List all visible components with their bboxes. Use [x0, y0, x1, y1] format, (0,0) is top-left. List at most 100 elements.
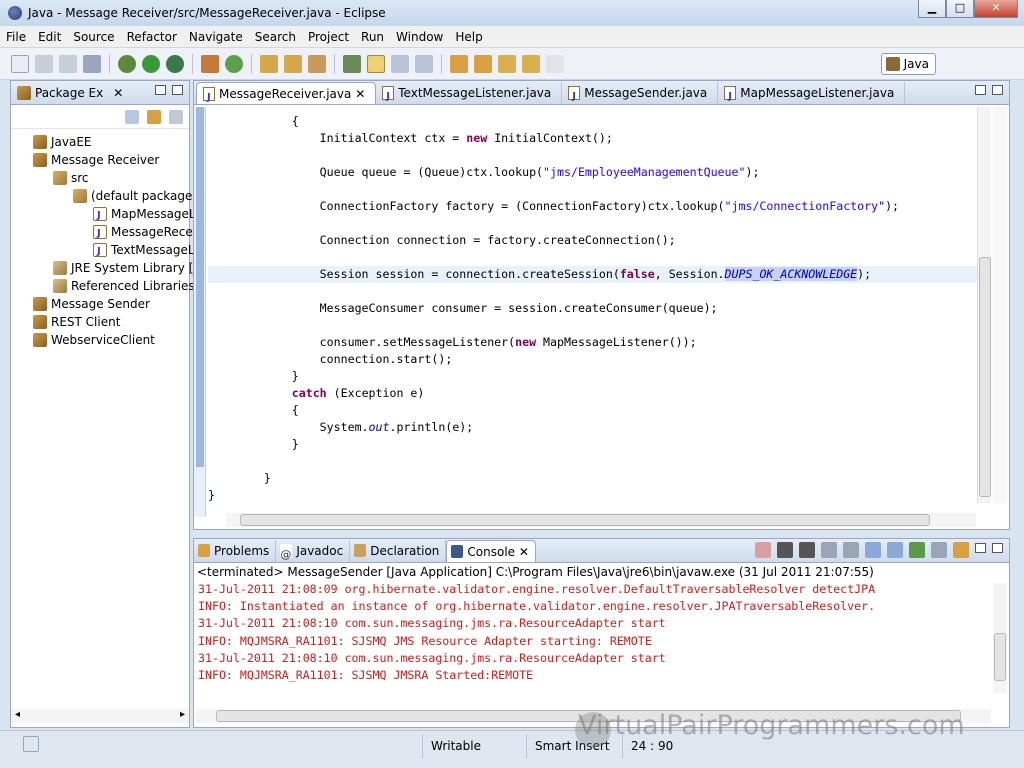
- toggle-mark-occurrences-icon[interactable]: [367, 54, 385, 73]
- tree-item[interactable]: src: [53, 169, 89, 187]
- close-icon[interactable]: ✕: [519, 545, 529, 559]
- search-icon[interactable]: [308, 54, 326, 73]
- java-file-icon: [93, 225, 107, 243]
- save-icon[interactable]: [35, 54, 53, 73]
- tab-console[interactable]: Console ✕: [446, 540, 536, 562]
- console-output[interactable]: 31-Jul-2011 21:08:09 org.hibernate.valid…: [194, 581, 1009, 684]
- project-icon: [33, 297, 47, 311]
- minimize-view-icon[interactable]: [975, 543, 986, 553]
- library-icon: [53, 261, 67, 275]
- open-type-icon[interactable]: [260, 54, 278, 73]
- menu-file[interactable]: File: [0, 30, 32, 44]
- toggle-ant-icon[interactable]: [343, 54, 361, 73]
- tab-package-explorer[interactable]: Package Ex ✕: [17, 85, 123, 100]
- collapse-all-icon[interactable]: [125, 109, 139, 124]
- tab-declaration[interactable]: Declaration: [350, 540, 447, 562]
- java-file-icon: [724, 86, 737, 108]
- menu-window[interactable]: Window: [390, 30, 449, 44]
- new-class-icon[interactable]: [225, 54, 243, 73]
- package-explorer-hscroll[interactable]: ◂ ▸: [11, 709, 189, 723]
- code-line: InitialContext ctx = new InitialContext(…: [208, 131, 613, 145]
- menu-edit[interactable]: Edit: [32, 30, 67, 44]
- tree-item[interactable]: Referenced Libraries: [53, 277, 195, 295]
- show-whitespace-icon[interactable]: [391, 54, 409, 73]
- previous-annotation-icon[interactable]: [474, 54, 492, 73]
- show-stdout-icon[interactable]: [865, 542, 881, 558]
- back-icon[interactable]: [522, 54, 540, 73]
- open-task-icon[interactable]: [284, 54, 302, 73]
- next-annotation-icon[interactable]: [450, 54, 468, 73]
- scroll-right-icon[interactable]: ▸: [180, 709, 185, 720]
- clear-console-icon[interactable]: [821, 542, 837, 558]
- code-line: ConnectionFactory factory = (ConnectionF…: [208, 199, 900, 213]
- close-icon[interactable]: ✕: [355, 87, 365, 101]
- tree-item[interactable]: (default package): [73, 187, 197, 205]
- debug-icon[interactable]: [118, 54, 136, 73]
- tree-item[interactable]: JRE System Library [Ja: [53, 259, 204, 277]
- terminate-icon[interactable]: [755, 542, 771, 558]
- tab-messagesender[interactable]: MessageSender.java: [562, 82, 719, 108]
- pin-console-icon[interactable]: [909, 542, 925, 558]
- new-icon[interactable]: [11, 54, 29, 73]
- view-menu-icon[interactable]: [169, 109, 183, 124]
- open-console-icon[interactable]: [953, 542, 969, 558]
- tree-item[interactable]: MapMessageL: [93, 205, 196, 225]
- editor-hscroll[interactable]: [226, 513, 976, 527]
- menu-navigate[interactable]: Navigate: [183, 30, 249, 44]
- maximize-view-icon[interactable]: [172, 85, 183, 95]
- tree-item[interactable]: Message Receiver: [33, 151, 159, 169]
- save-all-icon[interactable]: [59, 54, 77, 73]
- code-editor: MessageReceiver.java ✕ TextMessageListen…: [193, 80, 1010, 530]
- fast-view-icon[interactable]: [23, 736, 39, 752]
- run-external-icon[interactable]: [166, 54, 184, 73]
- tab-javadoc[interactable]: @ Javadoc: [276, 540, 351, 562]
- java-perspective-button[interactable]: Java: [880, 53, 936, 75]
- tree-item[interactable]: MessageRecei: [93, 223, 196, 243]
- code-area[interactable]: { InitialContext ctx = new InitialContex…: [208, 107, 978, 515]
- java-file-icon: [568, 86, 581, 108]
- tree-item[interactable]: REST Client: [33, 313, 120, 331]
- close-button[interactable]: ✕: [974, 0, 1018, 18]
- tab-messagereceiver[interactable]: MessageReceiver.java ✕: [196, 82, 377, 109]
- remove-all-icon[interactable]: [799, 542, 815, 558]
- tree-item[interactable]: JavaEE: [33, 133, 92, 151]
- maximize-view-icon[interactable]: [992, 85, 1003, 95]
- last-edit-icon[interactable]: [498, 54, 516, 73]
- minimize-view-icon[interactable]: [155, 85, 166, 95]
- tab-problems[interactable]: Problems: [194, 540, 277, 562]
- editor-vscroll[interactable]: [977, 107, 991, 503]
- close-icon[interactable]: ✕: [113, 86, 123, 100]
- console-vscroll[interactable]: [993, 583, 1007, 693]
- paragraph-icon[interactable]: [415, 54, 433, 73]
- menu-source[interactable]: Source: [67, 30, 120, 44]
- code-line: }: [208, 437, 299, 451]
- writable-status: Writable: [422, 734, 526, 758]
- minimize-button[interactable]: ▁: [918, 0, 946, 18]
- tab-textmessagelistener[interactable]: TextMessageListener.java: [376, 82, 563, 108]
- display-console-icon[interactable]: [931, 542, 947, 558]
- new-java-project-icon[interactable]: [201, 54, 219, 73]
- menu-search[interactable]: Search: [249, 30, 302, 44]
- tree-item[interactable]: Message Sender: [33, 295, 150, 313]
- print-icon[interactable]: [83, 54, 101, 73]
- scroll-lock-icon[interactable]: [843, 542, 859, 558]
- menu-refactor[interactable]: Refactor: [121, 30, 183, 44]
- code-line: }: [208, 369, 299, 383]
- tree-item[interactable]: TextMessageL: [93, 241, 195, 261]
- minimize-view-icon[interactable]: [975, 85, 986, 95]
- forward-icon[interactable]: [546, 54, 564, 73]
- menu-run[interactable]: Run: [355, 30, 390, 44]
- maximize-view-icon[interactable]: [992, 543, 1003, 553]
- menu-help[interactable]: Help: [449, 30, 488, 44]
- tree-item[interactable]: WebserviceClient: [33, 331, 155, 349]
- tab-mapmessagelistener[interactable]: MapMessageListener.java: [718, 82, 906, 108]
- show-stderr-icon[interactable]: [887, 542, 903, 558]
- remove-launch-icon[interactable]: [777, 542, 793, 558]
- link-with-editor-icon[interactable]: [147, 109, 161, 124]
- menu-project[interactable]: Project: [302, 30, 355, 44]
- maximize-button[interactable]: □: [946, 0, 974, 18]
- scroll-left-icon[interactable]: ◂: [15, 709, 20, 720]
- run-icon[interactable]: [142, 54, 160, 73]
